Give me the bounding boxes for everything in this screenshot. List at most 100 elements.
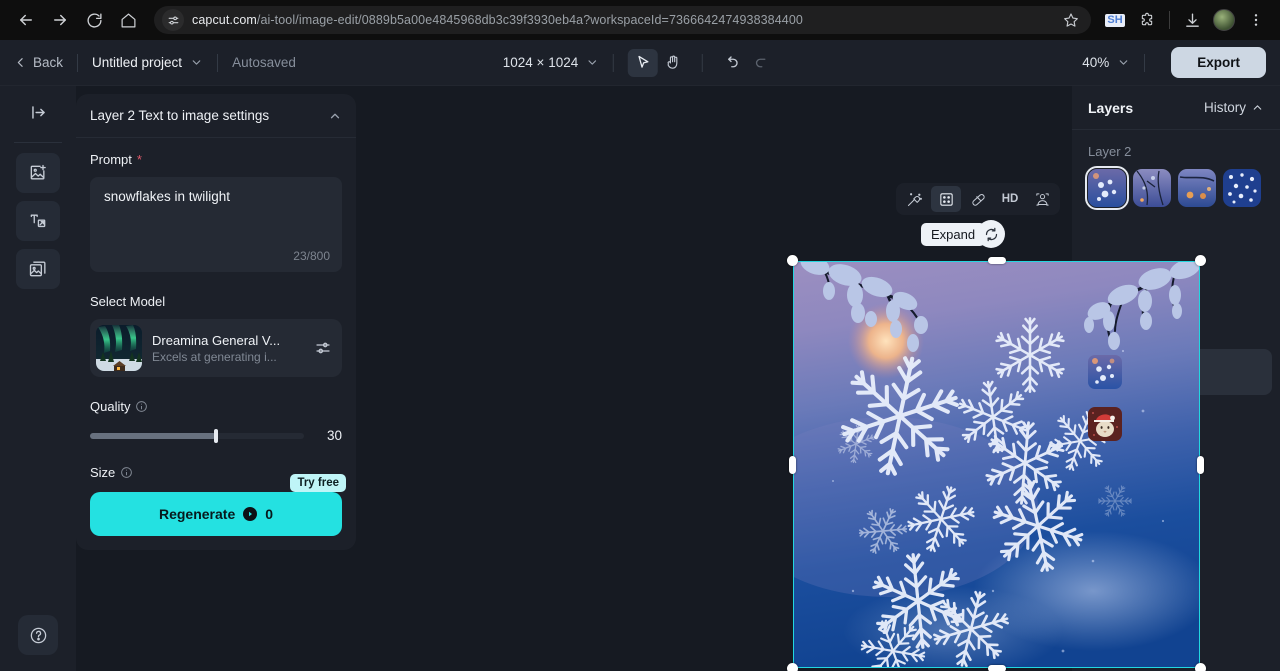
back-arrow-icon[interactable] xyxy=(10,4,42,36)
required-mark: * xyxy=(136,152,142,167)
extension-badge-label: SH xyxy=(1105,13,1125,27)
zoom-level: 40% xyxy=(1082,55,1110,70)
resize-handle-top-right[interactable] xyxy=(1195,255,1206,266)
regenerate-credits: 0 xyxy=(265,506,274,522)
extension-sh-icon[interactable]: SH xyxy=(1101,6,1129,34)
main-area: Layer 2 Text to image settings Prompt * … xyxy=(0,86,1280,671)
back-button[interactable]: Back xyxy=(14,55,63,70)
home-icon[interactable] xyxy=(112,4,144,36)
model-description: Excels at generating i... xyxy=(152,349,277,364)
reload-icon[interactable] xyxy=(78,4,110,36)
resize-handle-right[interactable] xyxy=(1197,455,1204,474)
history-label: History xyxy=(1203,100,1246,115)
divider xyxy=(613,53,615,72)
tooltip-text: Expand xyxy=(921,222,986,246)
rail-divider xyxy=(14,142,62,143)
browser-actions: SH xyxy=(1101,6,1270,34)
variant-thumb-4[interactable] xyxy=(1223,169,1261,207)
site-settings-icon[interactable] xyxy=(162,9,184,31)
undo-tool[interactable] xyxy=(717,49,747,77)
export-button[interactable]: Export xyxy=(1171,47,1266,78)
history-variants: Layer 2 xyxy=(1072,130,1280,210)
project-name-menu[interactable]: Untitled project xyxy=(92,55,203,70)
select-tool[interactable] xyxy=(628,48,659,77)
eraser-icon[interactable] xyxy=(963,186,993,212)
address-bar[interactable]: capcut.com/ai-tool/image-edit/0889b5a00e… xyxy=(154,6,1091,34)
variant-thumb-3[interactable] xyxy=(1178,169,1216,207)
slider-fill xyxy=(90,432,217,439)
regenerate-label: Regenerate xyxy=(158,506,236,522)
model-thumbnail xyxy=(96,325,142,371)
canvas-size-value: 1024 × 1024 xyxy=(502,55,579,70)
selected-image[interactable] xyxy=(787,255,1206,671)
image-plus-icon[interactable] xyxy=(16,153,60,193)
puzzle-icon[interactable] xyxy=(1133,6,1161,34)
back-label: Back xyxy=(33,55,64,70)
image-stack-icon[interactable] xyxy=(16,249,60,289)
hd-icon[interactable]: HD xyxy=(995,186,1025,212)
resize-handle-top[interactable] xyxy=(987,257,1006,264)
project-name: Untitled project xyxy=(92,55,183,70)
resize-handle-left[interactable] xyxy=(789,455,796,474)
download-icon[interactable] xyxy=(1178,6,1206,34)
prompt-char-count: 23/800 xyxy=(293,249,330,263)
regenerate-wrapper: Try free Regenerate 0 xyxy=(90,474,346,536)
redo-tool[interactable] xyxy=(747,49,777,77)
info-icon[interactable] xyxy=(135,400,148,413)
settings-header[interactable]: Layer 2 Text to image settings xyxy=(76,94,356,138)
settings-body: Prompt * snowflakes in twilight 23/800 S… xyxy=(76,138,356,550)
model-selector[interactable]: Dreamina General V... Excels at generati… xyxy=(90,319,342,377)
info-icon[interactable] xyxy=(120,466,133,479)
resize-handle-bottom-right[interactable] xyxy=(1195,663,1206,671)
toolbar-divider xyxy=(1169,11,1170,29)
pan-tool[interactable] xyxy=(658,49,688,77)
magic-wand-icon[interactable] xyxy=(899,186,929,212)
divider xyxy=(702,53,704,72)
chevron-up-icon[interactable] xyxy=(328,109,342,123)
canvas-area[interactable]: HD Expand xyxy=(356,86,1206,671)
variant-thumb-2[interactable] xyxy=(1133,169,1171,207)
quality-slider-row: 30 xyxy=(90,428,342,443)
panel-expand-icon[interactable] xyxy=(16,94,60,130)
divider xyxy=(217,53,219,72)
left-rail xyxy=(0,86,76,671)
settings-title: Layer 2 Text to image settings xyxy=(90,108,270,123)
sliders-icon[interactable] xyxy=(314,339,332,357)
divider xyxy=(77,53,79,72)
canvas-float-toolbar: HD xyxy=(896,183,1060,215)
help-button[interactable] xyxy=(18,615,58,655)
star-icon[interactable] xyxy=(1055,12,1079,28)
variant-thumb-1[interactable] xyxy=(1085,166,1129,210)
slider-thumb[interactable] xyxy=(214,428,219,443)
resize-handle-top-left[interactable] xyxy=(787,255,798,266)
url-text: capcut.com/ai-tool/image-edit/0889b5a00e… xyxy=(192,13,803,27)
url-path: /ai-tool/image-edit/0889b5a00e4845968db3… xyxy=(256,13,803,27)
quality-slider[interactable] xyxy=(90,428,304,443)
expand-frame-icon[interactable] xyxy=(931,186,961,212)
avatar[interactable] xyxy=(1210,6,1238,34)
chevron-down-icon[interactable] xyxy=(586,56,599,69)
regenerate-button[interactable]: Regenerate 0 xyxy=(90,492,342,536)
canvas-controls: 1024 × 1024 xyxy=(502,48,777,77)
history-toggle[interactable]: History xyxy=(1204,100,1264,115)
chevron-down-icon[interactable] xyxy=(1117,56,1130,69)
layer-thumbnail xyxy=(1088,407,1122,441)
prompt-input[interactable]: snowflakes in twilight 23/800 xyxy=(90,177,342,272)
credit-coin-icon xyxy=(243,507,258,521)
resize-handle-bottom[interactable] xyxy=(987,665,1006,671)
variant-list xyxy=(1085,166,1264,210)
divider xyxy=(1144,53,1146,72)
model-label: Select Model xyxy=(90,294,166,309)
model-name: Dreamina General V... xyxy=(152,332,281,348)
history-group-label: Layer 2 xyxy=(1088,144,1132,159)
chevron-down-icon xyxy=(190,56,203,69)
prompt-value: snowflakes in twilight xyxy=(104,189,231,204)
resize-handle-bottom-left[interactable] xyxy=(787,663,798,671)
text-to-image-icon[interactable] xyxy=(16,201,60,241)
model-meta: Dreamina General V... Excels at generati… xyxy=(152,333,304,364)
kebab-menu-icon[interactable] xyxy=(1242,6,1270,34)
forward-arrow-icon[interactable] xyxy=(44,4,76,36)
url-host: capcut.com xyxy=(192,13,257,27)
person-cutout-icon[interactable] xyxy=(1027,186,1057,212)
selection-border xyxy=(793,261,1200,668)
